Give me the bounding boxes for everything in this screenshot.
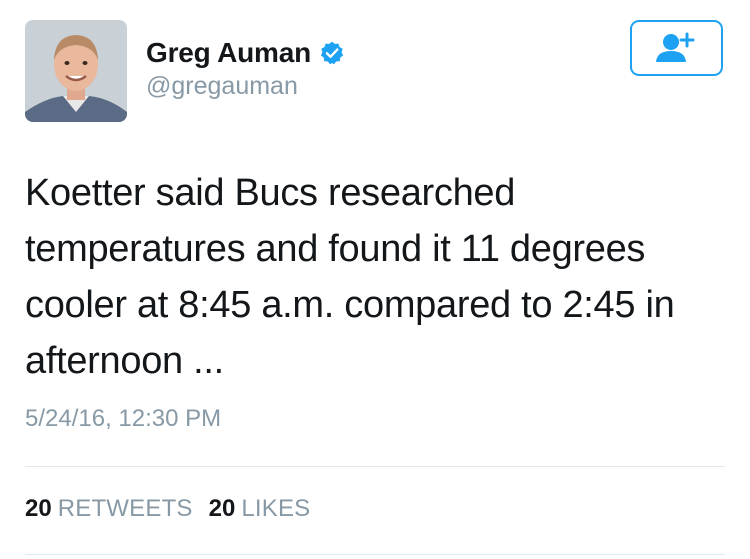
follow-button[interactable] (630, 20, 723, 76)
divider (25, 466, 725, 467)
tweet-text: Koetter said Bucs researched temperature… (25, 172, 675, 382)
likes-stat[interactable]: 20 LIKES (209, 495, 311, 523)
author-avatar[interactable] (25, 20, 127, 122)
author-handle[interactable]: @gregauman (146, 72, 298, 101)
tweet-stats: 20 RETWEETS 20 LIKES (25, 495, 326, 523)
author-name-row: Greg Auman (146, 36, 345, 70)
likes-label: LIKES (241, 495, 311, 522)
tweet-timestamp[interactable]: 5/24/16, 12:30 PM (25, 405, 221, 433)
person-portrait-icon (25, 20, 127, 122)
likes-count: 20 (208, 495, 236, 522)
verified-badge-icon (319, 40, 345, 66)
retweets-count: 20 (25, 495, 52, 522)
divider (25, 554, 725, 555)
retweets-stat[interactable]: 20 RETWEETS (25, 495, 193, 523)
retweets-label: RETWEETS (57, 495, 193, 522)
tweet-card: Greg Auman @gregauman Koetter said Bucs … (0, 0, 750, 559)
add-user-icon (655, 32, 694, 62)
author-display-name[interactable]: Greg Auman (146, 37, 311, 69)
